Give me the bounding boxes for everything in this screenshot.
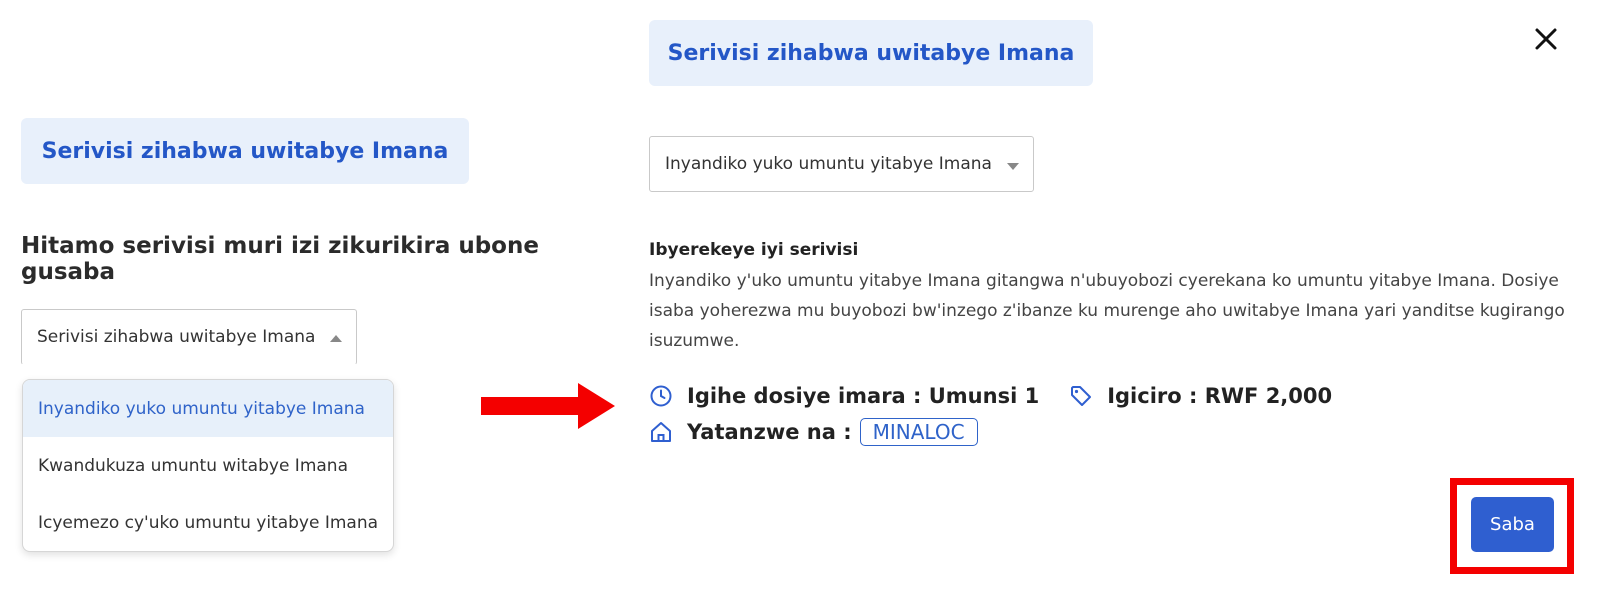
service-dropdown-menu: Inyandiko yuko umuntu yitabye Imana Kwan… [22, 379, 394, 552]
arrow-right-icon [481, 383, 615, 429]
about-title: Ibyerekeye iyi serivisi [649, 240, 859, 260]
picker-heading: Hitamo serivisi muri izi zikurikira ubon… [21, 233, 539, 285]
service-select-value: Serivisi zihabwa uwitabye Imana [37, 327, 316, 347]
chevron-down-icon [1007, 163, 1019, 170]
clock-icon [650, 385, 672, 407]
subservice-select-value: Inyandiko yuko umuntu yitabye Imana [665, 154, 992, 174]
about-description: Inyandiko y'uko umuntu yitabye Imana git… [649, 271, 1565, 351]
service-category-badge-label: Serivisi zihabwa uwitabye Imana [667, 40, 1075, 66]
dropdown-option[interactable]: Inyandiko yuko umuntu yitabye Imana [23, 380, 393, 437]
subservice-select[interactable]: Inyandiko yuko umuntu yitabye Imana [649, 136, 1034, 192]
service-select[interactable]: Serivisi zihabwa uwitabye Imana [21, 309, 357, 365]
home-icon [651, 422, 671, 442]
service-picker-panel: Serivisi zihabwa uwitabye Imana Hitamo s… [10, 0, 580, 566]
category-badge-label: Serivisi zihabwa uwitabye Imana [41, 138, 449, 164]
category-badge: Serivisi zihabwa uwitabye Imana [21, 118, 469, 184]
close-icon[interactable] [1534, 27, 1558, 51]
dropdown-option[interactable]: Kwandukuza umuntu witabye Imana [23, 437, 393, 494]
submit-button[interactable]: Saba [1471, 497, 1554, 552]
provider-label: Yatanzwe na : [687, 420, 852, 444]
provider-badge: MINALOC [859, 418, 978, 446]
duration-label: Igihe dosiye imara : Umunsi 1 [687, 384, 1040, 408]
service-category-badge: Serivisi zihabwa uwitabye Imana [649, 20, 1093, 86]
dropdown-option[interactable]: Icyemezo cy'uko umuntu yitabye Imana [23, 494, 393, 551]
price-label: Igiciro : RWF 2,000 [1107, 384, 1333, 408]
service-meta-row: Igihe dosiye imara : Umunsi 1 Igiciro : … [649, 384, 1332, 408]
chevron-up-icon [330, 335, 342, 342]
provider-row: Yatanzwe na : MINALOC [649, 418, 978, 446]
tag-icon [1071, 386, 1092, 406]
